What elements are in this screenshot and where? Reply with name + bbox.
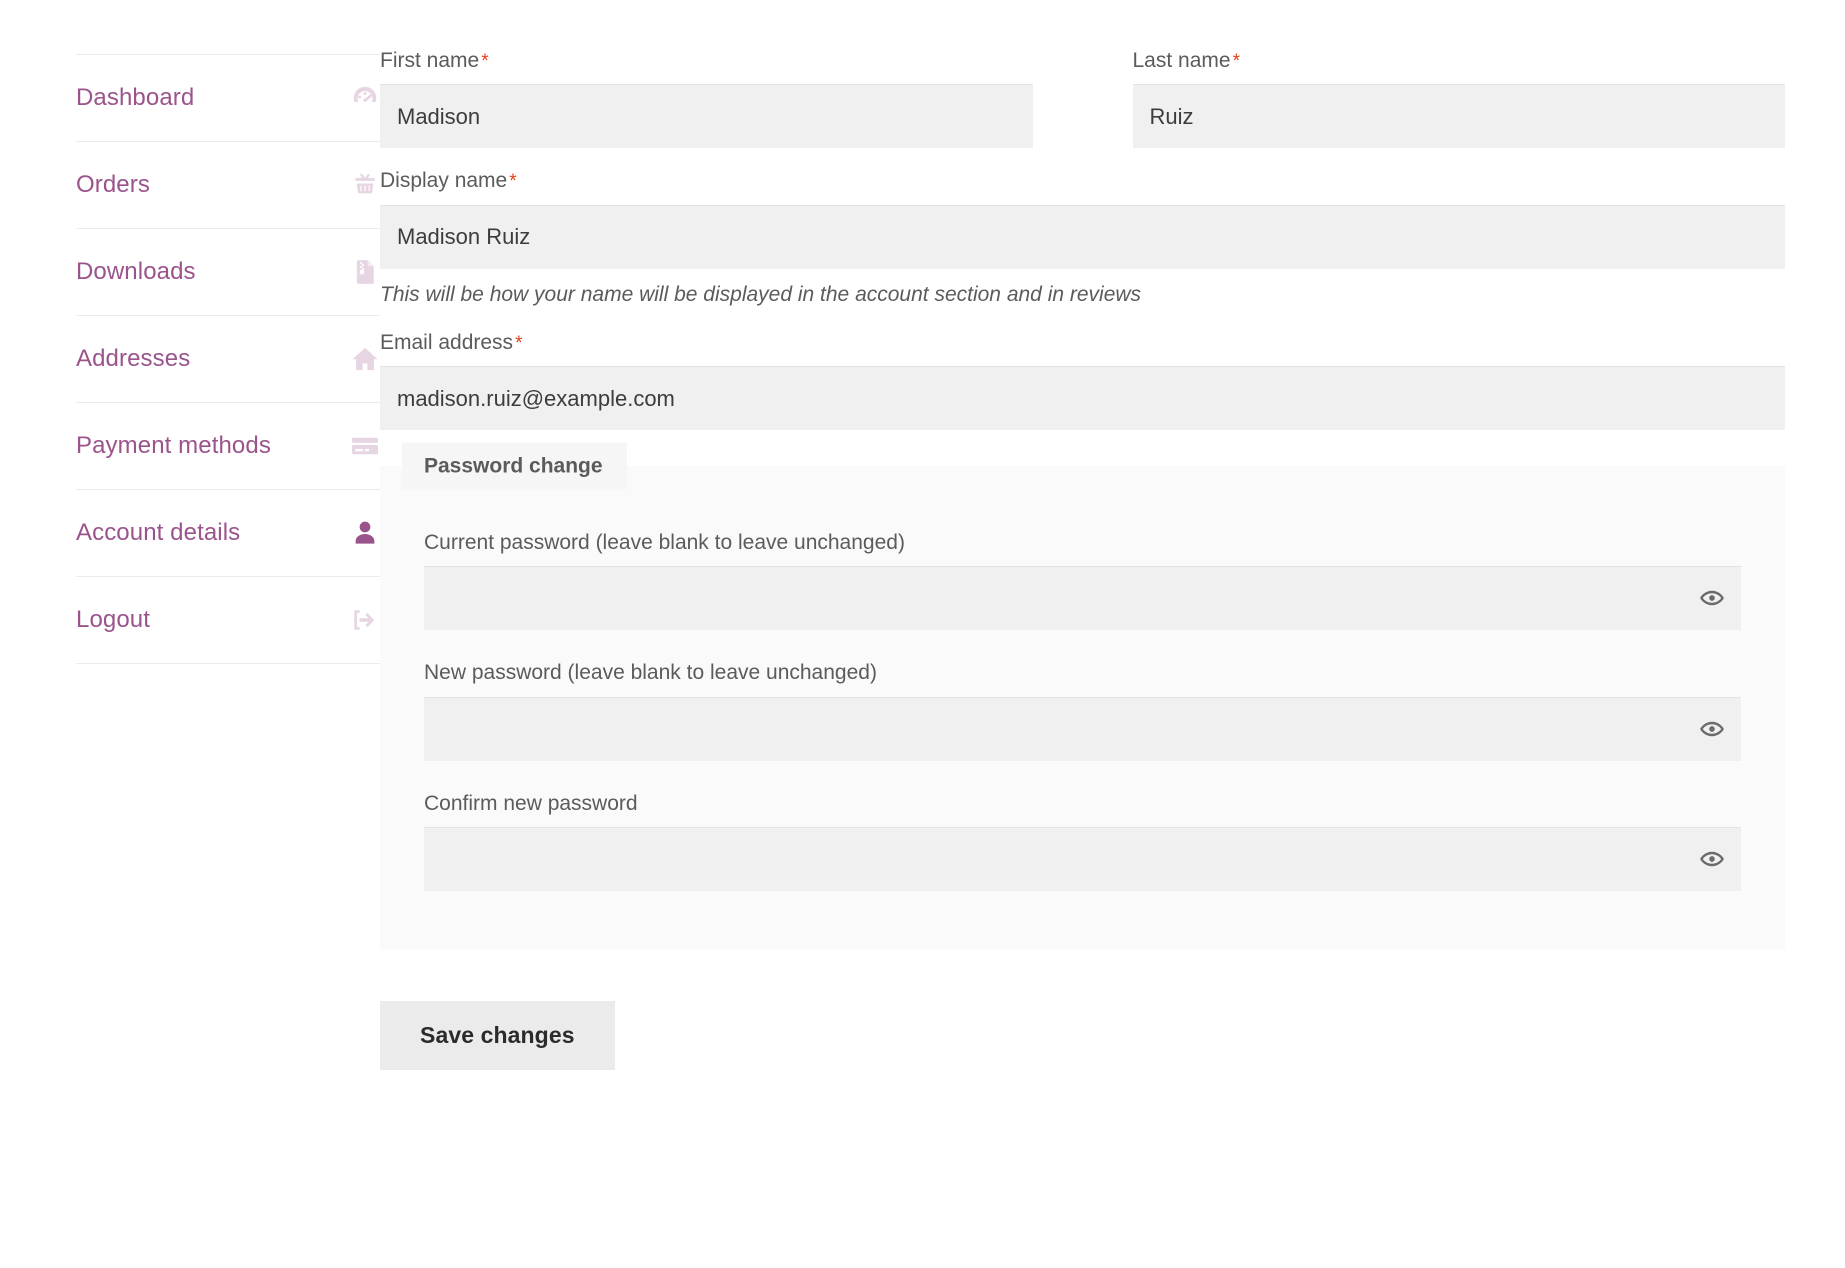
basket-icon: [350, 170, 380, 200]
confirm-password-field: Confirm new password: [424, 791, 1741, 891]
current-password-label: Current password (leave blank to leave u…: [424, 530, 1741, 556]
sidebar-item-label: Payment methods: [76, 434, 271, 458]
display-name-help-text: This will be how your name will be displ…: [380, 281, 1785, 308]
new-password-input[interactable]: [424, 697, 1741, 761]
sidebar-item-downloads[interactable]: Downloads: [76, 229, 380, 316]
confirm-password-label: Confirm new password: [424, 791, 1741, 817]
current-password-input-wrap: [424, 566, 1741, 630]
first-name-field: First name*: [380, 48, 1033, 148]
sidebar-item-label: Account details: [76, 521, 240, 545]
account-details-page: Dashboard Orders: [0, 0, 1845, 1268]
required-marker: *: [1233, 51, 1240, 72]
account-sidebar: Dashboard Orders: [0, 0, 380, 664]
save-changes-button[interactable]: Save changes: [380, 1001, 615, 1070]
sidebar-item-label: Logout: [76, 608, 150, 632]
logout-icon: [350, 605, 380, 635]
download-file-icon: [350, 257, 380, 287]
sidebar-item-orders[interactable]: Orders: [76, 142, 380, 229]
required-marker: *: [509, 171, 516, 192]
form-actions: Save changes: [380, 1001, 1785, 1070]
sidebar-item-payment-methods[interactable]: Payment methods: [76, 403, 380, 490]
sidebar-item-logout[interactable]: Logout: [76, 577, 380, 664]
first-name-label: First name*: [380, 48, 1033, 74]
new-password-label: New password (leave blank to leave uncha…: [424, 660, 1741, 686]
email-label-text: Email address: [380, 331, 513, 354]
first-name-label-text: First name: [380, 49, 479, 72]
sidebar-item-addresses[interactable]: Addresses: [76, 316, 380, 403]
confirm-password-input-wrap: [424, 827, 1741, 891]
last-name-field: Last name*: [1133, 48, 1786, 148]
current-password-field: Current password (leave blank to leave u…: [424, 530, 1741, 630]
sidebar-item-label: Addresses: [76, 347, 190, 371]
password-change-legend: Password change: [402, 443, 627, 490]
first-name-input[interactable]: [380, 84, 1033, 148]
email-label: Email address*: [380, 330, 1785, 356]
account-details-form: First name* Last name* Display name* Thi…: [380, 0, 1845, 1070]
new-password-input-wrap: [424, 697, 1741, 761]
home-icon: [350, 344, 380, 374]
required-marker: *: [515, 333, 522, 354]
name-row: First name* Last name*: [380, 48, 1785, 148]
email-field: Email address*: [380, 330, 1785, 430]
sidebar-item-dashboard[interactable]: Dashboard: [76, 55, 380, 142]
user-icon: [350, 518, 380, 548]
confirm-password-eye-icon[interactable]: [1695, 842, 1729, 876]
display-name-field: Display name* This will be how your name…: [380, 168, 1785, 308]
confirm-password-input[interactable]: [424, 827, 1741, 891]
new-password-eye-icon[interactable]: [1695, 712, 1729, 746]
required-marker: *: [481, 51, 488, 72]
password-change-section: Password change Current password (leave …: [380, 466, 1785, 949]
last-name-label: Last name*: [1133, 48, 1786, 74]
new-password-field: New password (leave blank to leave uncha…: [424, 660, 1741, 760]
account-nav: Dashboard Orders: [76, 54, 380, 664]
sidebar-item-label: Orders: [76, 173, 150, 197]
sidebar-item-label: Downloads: [76, 260, 196, 284]
current-password-eye-icon[interactable]: [1695, 581, 1729, 615]
credit-card-icon: [350, 431, 380, 461]
sidebar-item-label: Dashboard: [76, 86, 194, 110]
email-input[interactable]: [380, 366, 1785, 430]
display-name-input[interactable]: [380, 205, 1785, 269]
last-name-label-text: Last name: [1133, 49, 1231, 72]
display-name-label: Display name*: [380, 168, 1785, 194]
sidebar-item-account-details[interactable]: Account details: [76, 490, 380, 577]
password-change-fieldset: Current password (leave blank to leave u…: [380, 466, 1785, 949]
dashboard-gauge-icon: [350, 83, 380, 113]
display-name-label-text: Display name: [380, 169, 507, 192]
current-password-input[interactable]: [424, 566, 1741, 630]
last-name-input[interactable]: [1133, 84, 1786, 148]
